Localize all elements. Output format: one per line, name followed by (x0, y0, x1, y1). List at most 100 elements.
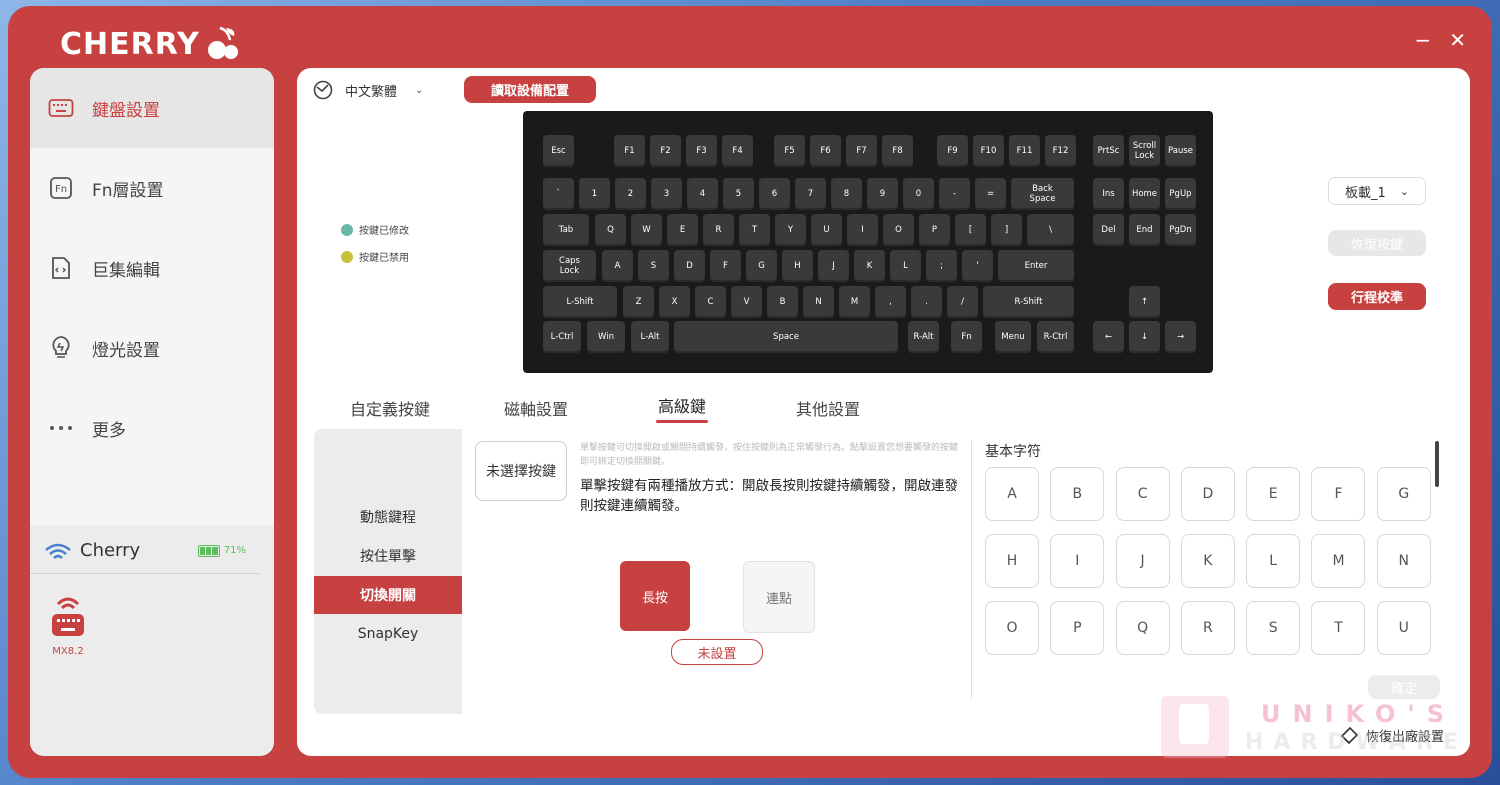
key-i-41[interactable]: I (847, 214, 878, 246)
char-key-n[interactable]: N (1376, 534, 1431, 588)
tab-3[interactable]: 高級鍵 (609, 384, 755, 431)
sidebar-item-3[interactable]: 巨集編輯 (30, 228, 274, 308)
key-f3-3[interactable]: F3 (686, 135, 717, 167)
key-pause-15[interactable]: Pause (1165, 135, 1196, 167)
key-l-59[interactable]: L (890, 250, 921, 282)
key-e-36[interactable]: E (667, 214, 698, 246)
char-key-g[interactable]: G (1376, 467, 1431, 521)
char-key-f[interactable]: F (1311, 467, 1366, 521)
key-1-17[interactable]: 1 (579, 178, 610, 210)
key-l-alt-78[interactable]: L-Alt (631, 321, 669, 353)
char-key-r[interactable]: R (1180, 601, 1235, 655)
sidebar-item-1[interactable]: 鍵盤設置 (30, 68, 274, 148)
key-f8-8[interactable]: F8 (882, 135, 913, 167)
key-n-69[interactable]: N (803, 286, 834, 318)
key-k-58[interactable]: K (854, 250, 885, 282)
key-f12-12[interactable]: F12 (1045, 135, 1076, 167)
key-0-26[interactable]: 0 (903, 178, 934, 210)
key-x-65[interactable]: X (659, 286, 690, 318)
key-p-43[interactable]: P (919, 214, 950, 246)
device-name[interactable]: Cherry (80, 540, 190, 561)
char-key-e[interactable]: E (1246, 467, 1301, 521)
key-t-38[interactable]: T (739, 214, 770, 246)
key-pgdn-49[interactable]: PgDn (1165, 214, 1196, 246)
key-3-19[interactable]: 3 (651, 178, 682, 210)
key-f11-11[interactable]: F11 (1009, 135, 1040, 167)
key-5-21[interactable]: 5 (723, 178, 754, 210)
char-key-k[interactable]: K (1180, 534, 1235, 588)
key-sym-72[interactable]: . (911, 286, 942, 318)
char-key-l[interactable]: L (1246, 534, 1301, 588)
key-f6-6[interactable]: F6 (810, 135, 841, 167)
key-enter-62[interactable]: Enter (998, 250, 1074, 282)
key-r-alt-80[interactable]: R-Alt (908, 321, 939, 353)
key-sym-85[interactable]: ↓ (1129, 321, 1160, 353)
key-9-25[interactable]: 9 (867, 178, 898, 210)
key-r-ctrl-83[interactable]: R-Ctrl (1037, 321, 1074, 353)
subnav-item-2[interactable]: 按住單擊 (314, 537, 462, 575)
travel-calibrate-button[interactable]: 行程校準 (1328, 283, 1426, 310)
profile-select[interactable]: 板載_1 ⌄ (1328, 177, 1426, 205)
key-y-39[interactable]: Y (775, 214, 806, 246)
key-s-52[interactable]: S (638, 250, 669, 282)
char-key-s[interactable]: S (1246, 601, 1301, 655)
key-esc-0[interactable]: Esc (543, 135, 574, 167)
key-sym-86[interactable]: → (1165, 321, 1196, 353)
key-menu-82[interactable]: Menu (995, 321, 1031, 353)
key-f-54[interactable]: F (710, 250, 741, 282)
key-r-shift-74[interactable]: R-Shift (983, 286, 1074, 318)
key-back-space-29[interactable]: Back Space (1011, 178, 1074, 210)
char-key-p[interactable]: P (1050, 601, 1105, 655)
key-f4-4[interactable]: F4 (722, 135, 753, 167)
key-a-51[interactable]: A (602, 250, 633, 282)
language-selector[interactable]: 中文繁體 ⌄ (313, 80, 423, 100)
key-g-55[interactable]: G (746, 250, 777, 282)
char-key-d[interactable]: D (1180, 467, 1235, 521)
minimize-button[interactable]: − (1414, 28, 1431, 52)
no-key-selected-button[interactable]: 未選擇按鍵 (475, 441, 567, 501)
key-m-70[interactable]: M (839, 286, 870, 318)
char-key-o[interactable]: O (985, 601, 1039, 655)
char-key-b[interactable]: B (1050, 467, 1105, 521)
key-2-18[interactable]: 2 (615, 178, 646, 210)
key-sym-45[interactable]: ] (991, 214, 1022, 246)
char-key-t[interactable]: T (1311, 601, 1366, 655)
key-f7-7[interactable]: F7 (846, 135, 877, 167)
key-space-79[interactable]: Space (674, 321, 898, 353)
key-win-77[interactable]: Win (587, 321, 625, 353)
key-f10-10[interactable]: F10 (973, 135, 1004, 167)
key-h-56[interactable]: H (782, 250, 813, 282)
hold-mode-button[interactable]: 長按 (620, 561, 690, 631)
char-key-q[interactable]: Q (1115, 601, 1170, 655)
key-f5-5[interactable]: F5 (774, 135, 805, 167)
key-del-47[interactable]: Del (1093, 214, 1124, 246)
device-item[interactable]: MX8.2 (48, 592, 88, 657)
key-d-53[interactable]: D (674, 250, 705, 282)
char-key-u[interactable]: U (1376, 601, 1431, 655)
key-f9-9[interactable]: F9 (937, 135, 968, 167)
key-7-23[interactable]: 7 (795, 178, 826, 210)
restore-key-button[interactable]: 恢復按鍵 (1328, 230, 1426, 256)
key-l-shift-63[interactable]: L-Shift (543, 286, 617, 318)
char-key-m[interactable]: M (1311, 534, 1366, 588)
subnav-item-3[interactable]: 切換開關 (314, 576, 462, 614)
key-sym-60[interactable]: ; (926, 250, 957, 282)
key-prtsc-13[interactable]: PrtSc (1093, 135, 1124, 167)
key-r-37[interactable]: R (703, 214, 734, 246)
key-q-34[interactable]: Q (595, 214, 626, 246)
key-sym-27[interactable]: - (939, 178, 970, 210)
key-o-42[interactable]: O (883, 214, 914, 246)
tab-2[interactable]: 磁軸設置 (463, 384, 609, 431)
key-z-64[interactable]: Z (623, 286, 654, 318)
key-j-57[interactable]: J (818, 250, 849, 282)
key-4-20[interactable]: 4 (687, 178, 718, 210)
key-tab-33[interactable]: Tab (543, 214, 589, 246)
key-fn-81[interactable]: Fn (951, 321, 982, 353)
repeat-mode-button[interactable]: 連點 (743, 561, 815, 633)
key-sym-16[interactable]: ` (543, 178, 574, 210)
close-button[interactable]: ✕ (1449, 28, 1466, 52)
key-l-ctrl-76[interactable]: L-Ctrl (543, 321, 581, 353)
key-pgup-32[interactable]: PgUp (1165, 178, 1196, 210)
key-caps-lock-50[interactable]: Caps Lock (543, 250, 596, 282)
subnav-item-4[interactable]: SnapKey (314, 615, 462, 653)
